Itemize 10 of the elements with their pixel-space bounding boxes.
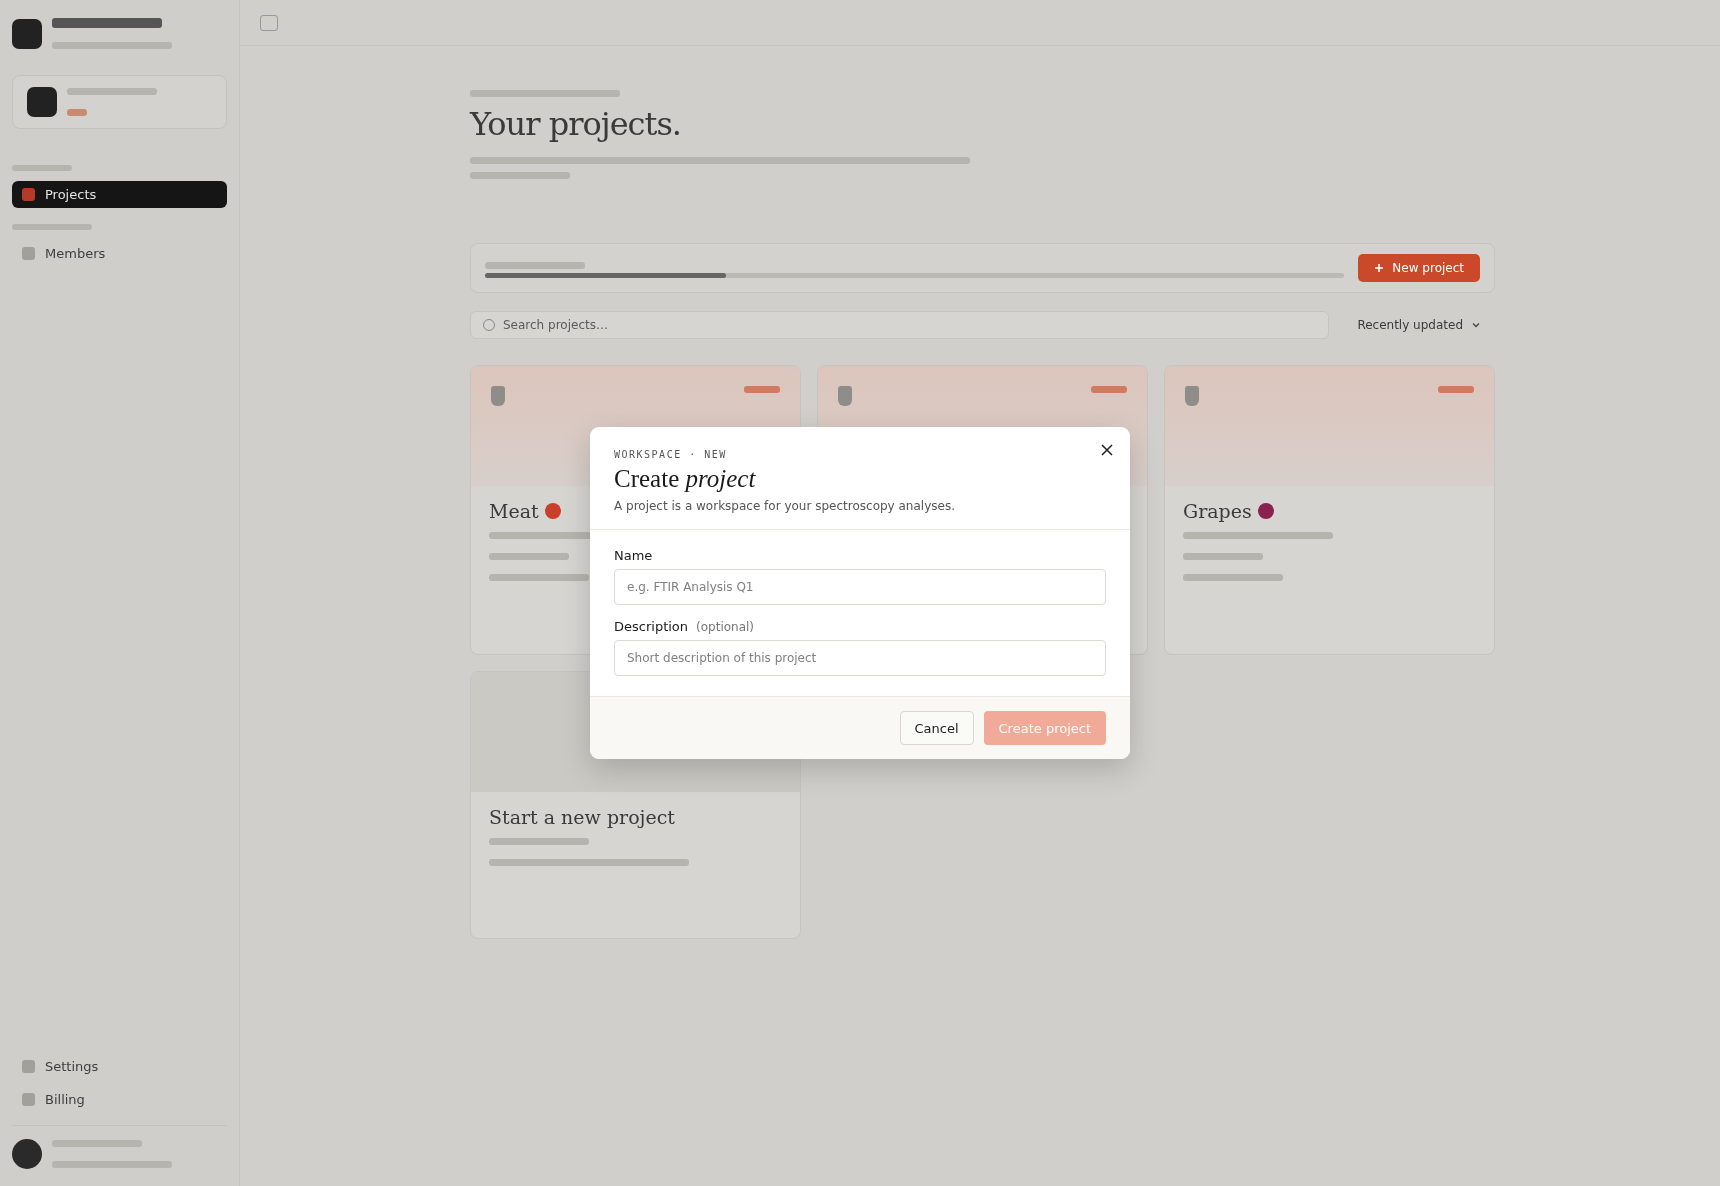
dialog-title: Create project: [614, 465, 757, 493]
dialog-eyebrow: WORKSPACE · NEW: [614, 449, 728, 460]
page-title: Your projects.: [470, 105, 682, 143]
field-hint: (optional): [696, 620, 755, 634]
project-name: Grapes: [1183, 500, 1252, 522]
dialog-subtitle: A project is a workspace for your spectroscopy analyses.: [614, 499, 956, 513]
project-name: Meat: [489, 500, 539, 522]
field-label: Name: [614, 548, 653, 563]
field-label: Description: [614, 619, 689, 634]
card-title: Start a new project: [489, 806, 675, 828]
